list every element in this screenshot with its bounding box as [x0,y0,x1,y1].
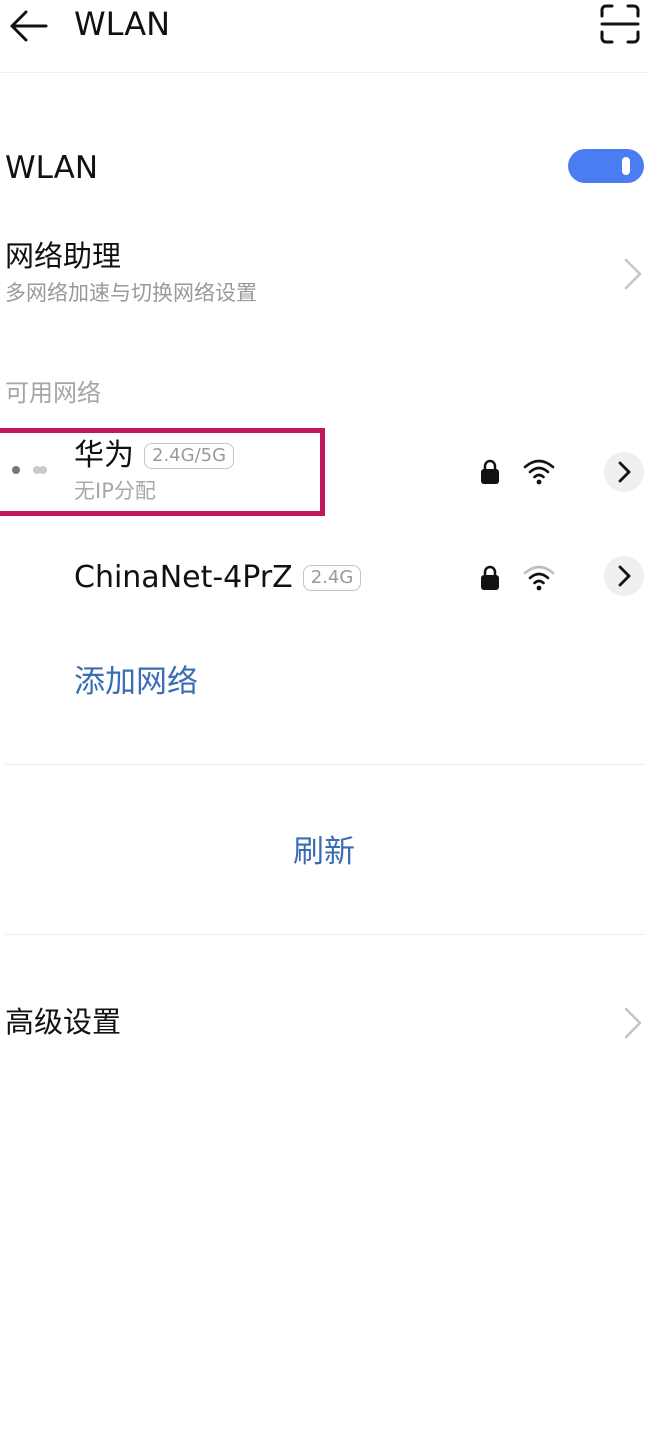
wlan-switch-label: WLAN [5,150,99,186]
highlight-annotation-box [0,428,325,516]
refresh-button[interactable]: 刷新 [0,830,648,874]
wlan-settings-page: WLAN WLAN 网络助理 多网络加速与切换网络设置 可用网络 华为 2.4G… [0,0,648,1440]
chevron-right-icon [618,565,631,587]
network-ssid: ChinaNet-4PrZ [74,560,293,595]
network-details-button[interactable] [604,556,644,596]
arrow-left-icon [10,10,48,42]
available-networks-header: 可用网络 [5,379,101,407]
divider [5,764,644,765]
network-name-line: ChinaNet-4PrZ 2.4G [74,558,362,598]
advanced-settings-title: 高级设置 [5,1005,122,1039]
wlan-toggle-switch[interactable] [568,149,644,183]
network-assistant-title: 网络助理 [5,239,122,273]
chevron-right-icon [618,461,631,483]
back-button[interactable] [6,6,50,46]
wifi-signal-icon [523,565,555,591]
scan-button[interactable] [598,2,642,46]
network-details-button[interactable] [604,452,644,492]
top-app-bar: WLAN [0,0,648,73]
network-row-chinanet[interactable]: ChinaNet-4PrZ 2.4G [0,530,648,626]
toggle-knob [622,157,630,175]
page-title: WLAN [74,5,171,43]
band-badge: 2.4G [302,565,362,591]
chevron-right-icon [624,1007,642,1039]
lock-icon [481,459,499,484]
add-network-link[interactable]: 添加网络 [74,660,198,704]
network-assistant-row[interactable]: 网络助理 多网络加速与切换网络设置 [0,230,648,320]
wifi-signal-icon [523,459,555,485]
wlan-switch-row: WLAN [0,140,648,196]
scan-frame-icon [600,4,640,44]
advanced-settings-row[interactable]: 高级设置 [0,1000,648,1050]
chevron-right-icon [624,258,642,290]
lock-icon [481,565,499,590]
network-assistant-subtitle: 多网络加速与切换网络设置 [5,281,257,305]
divider [5,934,644,935]
